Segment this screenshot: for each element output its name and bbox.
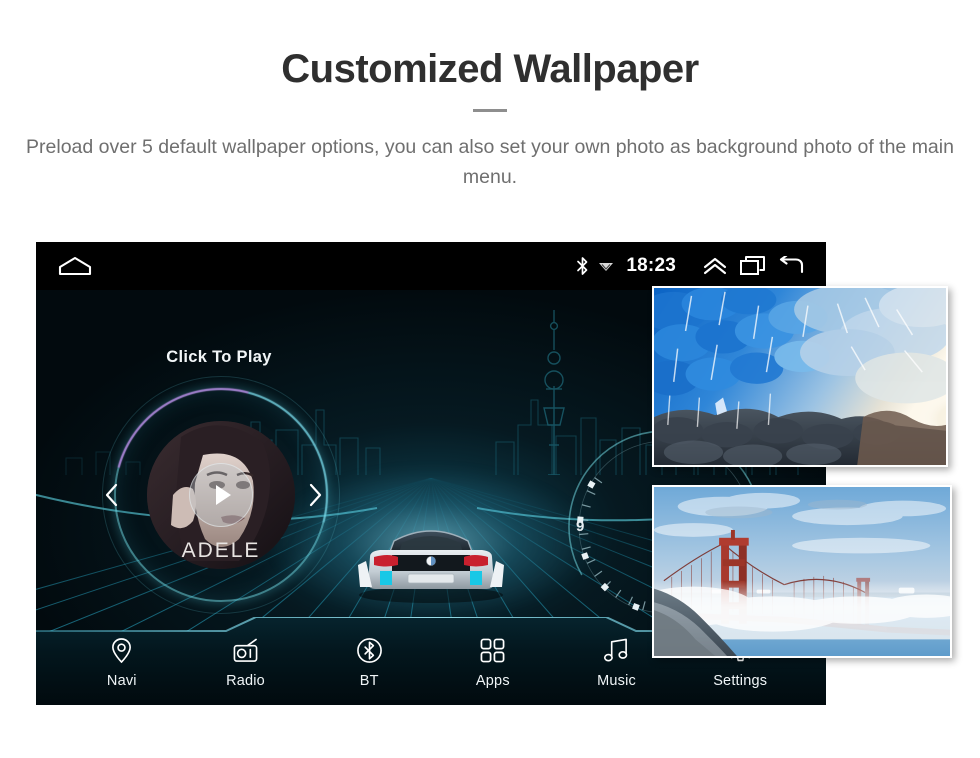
- page-subtitle: Preload over 5 default wallpaper options…: [26, 136, 954, 189]
- golden-gate-bridge-image: [654, 487, 950, 656]
- dock-item-apps[interactable]: Apps: [431, 623, 555, 701]
- radio-icon: [231, 636, 261, 666]
- play-icon[interactable]: [189, 463, 253, 527]
- signal-icon: [598, 258, 614, 274]
- home-icon[interactable]: [58, 256, 92, 276]
- dock-item-bt[interactable]: BT: [307, 623, 431, 701]
- map-pin-icon: [107, 636, 137, 666]
- title-divider: [473, 109, 507, 112]
- ice-cave-wallpaper-thumbnail[interactable]: [652, 286, 948, 467]
- dock-label-apps: Apps: [475, 672, 510, 689]
- status-bar-right-group: 18:23: [576, 251, 826, 281]
- dock-label-navi: Navi: [106, 672, 137, 689]
- speed-tick-label: 9: [576, 518, 585, 535]
- click-to-play-label: Click To Play: [166, 348, 272, 366]
- page-header: Customized Wallpaper Preload over 5 defa…: [0, 0, 980, 192]
- recent-apps-icon[interactable]: [734, 251, 772, 281]
- grid-apps-icon: [478, 636, 508, 666]
- golden-gate-bridge-wallpaper-thumbnail[interactable]: [652, 485, 952, 658]
- dock-item-radio[interactable]: Radio: [184, 623, 308, 701]
- dock-label-bt: BT: [359, 672, 379, 689]
- back-arrow-icon[interactable]: [772, 251, 810, 281]
- status-bar-clock: 18:23: [626, 255, 676, 276]
- page-title: Customized Wallpaper: [281, 47, 699, 91]
- music-widget[interactable]: Click To Play ADELE: [74, 348, 368, 648]
- bluetooth-icon: [576, 256, 589, 276]
- chevron-left-icon[interactable]: [99, 480, 125, 510]
- double-chevron-up-icon[interactable]: [696, 251, 734, 281]
- android-status-bar: 18:23: [36, 242, 826, 290]
- dock-label-settings: Settings: [713, 672, 768, 689]
- svg-text:ADELE: ADELE: [182, 539, 261, 562]
- dock-label-radio: Radio: [226, 672, 265, 689]
- dock-item-navi[interactable]: Navi: [60, 623, 184, 701]
- music-note-icon: [602, 636, 632, 666]
- ice-cave-image: [654, 288, 946, 465]
- car-illustration: [358, 530, 504, 603]
- chevron-right-icon[interactable]: [302, 480, 328, 510]
- bluetooth-icon: [354, 636, 384, 666]
- dock-label-music: Music: [597, 672, 636, 689]
